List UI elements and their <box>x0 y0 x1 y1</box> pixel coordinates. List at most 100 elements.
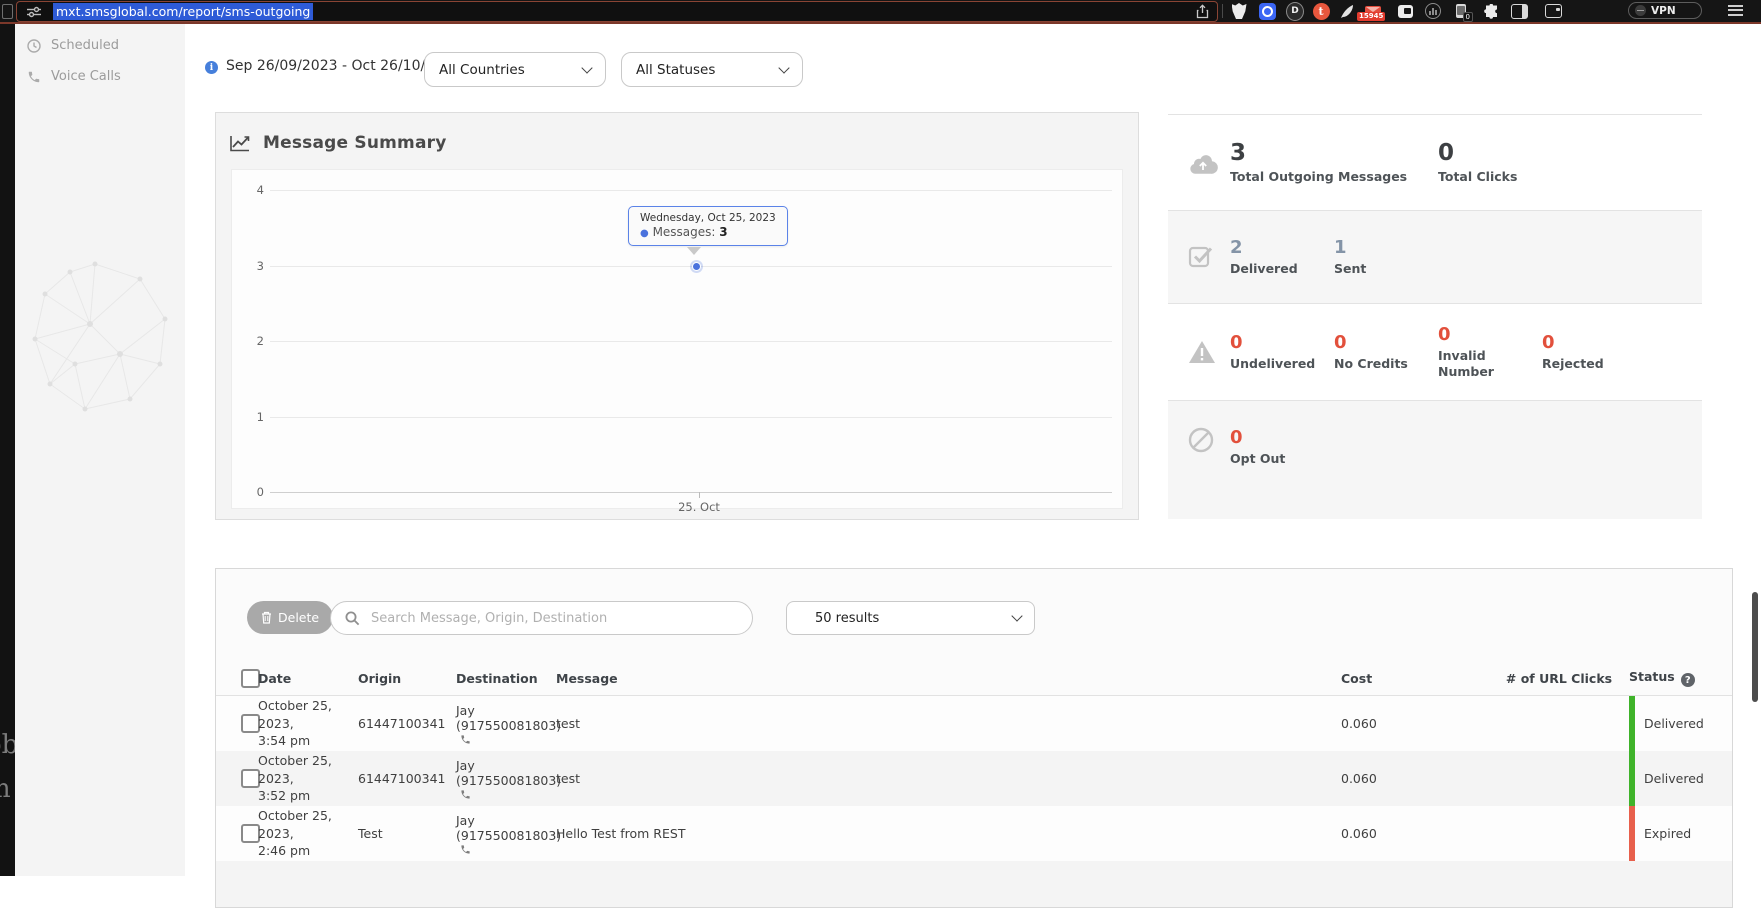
row-destination: Jay (917550081803) <box>456 703 561 733</box>
column-header-message[interactable]: Message <box>556 671 1341 686</box>
stat-value: 0 <box>1438 140 1646 166</box>
chart-data-point[interactable] <box>690 260 703 273</box>
row-origin: 61447100341 <box>358 771 456 786</box>
column-header-status[interactable]: Status? <box>1629 669 1733 688</box>
scrollbar-thumb[interactable] <box>1752 592 1758 702</box>
stat-label: Undelivered <box>1230 356 1334 372</box>
share-icon[interactable] <box>1196 4 1209 19</box>
row-status: Delivered <box>1644 716 1704 731</box>
stat-label: Rejected <box>1542 356 1646 372</box>
row-status: Expired <box>1644 826 1691 841</box>
search-input[interactable] <box>369 610 752 627</box>
pip-icon[interactable] <box>1396 2 1414 20</box>
chevron-down-icon <box>778 62 789 73</box>
chevron-down-icon <box>581 62 592 73</box>
search-box <box>330 601 753 635</box>
row-destination: Jay (917550081803) <box>456 758 561 788</box>
extensions-puzzle-icon[interactable] <box>1482 2 1500 20</box>
column-header-url-clicks[interactable]: # of URL Clicks <box>1489 671 1629 686</box>
stat-label: Sent <box>1334 261 1438 277</box>
chart-tooltip: Wednesday, Oct 25, 2023 ● Messages: 3 <box>628 206 788 246</box>
tooltip-value: 3 <box>719 225 727 239</box>
stats-row-failures: 0Undelivered 0No Credits 0Invalid Number… <box>1168 303 1702 400</box>
stat-label: Total Clicks <box>1438 169 1646 185</box>
status-color-bar <box>1629 696 1635 751</box>
stat-value: 3 <box>1230 140 1438 166</box>
countries-select[interactable]: All Countries <box>424 52 606 87</box>
sidebar-item-label: Scheduled <box>51 38 119 53</box>
row-cost: 0.060 <box>1341 716 1489 731</box>
wallet-icon[interactable] <box>1544 2 1562 20</box>
table-row[interactable]: October 25, 2023,3:54 pm 61447100341 Jay… <box>216 696 1733 751</box>
status-color-bar <box>1629 751 1635 806</box>
column-header-destination[interactable]: Destination <box>456 671 556 686</box>
search-icon <box>345 611 360 626</box>
stat-label: Delivered <box>1230 261 1334 277</box>
stat-value: 0 <box>1542 332 1646 353</box>
stat-value: 2 <box>1230 237 1334 258</box>
x-axis-line <box>270 492 1112 493</box>
app-viewport: ob m Scheduled Voice Calls <box>0 24 1761 876</box>
line-chart-icon <box>230 135 250 152</box>
sidebar-item-voice-calls[interactable]: Voice Calls <box>27 69 121 84</box>
chevron-down-icon <box>1011 610 1022 621</box>
hamburger-menu-icon[interactable] <box>1728 5 1743 18</box>
table-row[interactable]: October 25, 2023,2:46 pm Test Jay (91755… <box>216 806 1733 861</box>
y-axis-tick: 0 <box>240 485 264 499</box>
stat-label: Invalid Number <box>1438 348 1542 381</box>
cloud-upload-icon <box>1168 152 1230 174</box>
gridline <box>270 190 1112 191</box>
url-text-selected[interactable]: mxt.smsglobal.com/report/sms-outgoing <box>53 3 313 20</box>
t-extension-icon[interactable]: t <box>1312 2 1330 20</box>
rail-watermark-text: ob <box>0 730 15 760</box>
block-icon <box>1168 427 1230 453</box>
feather-icon[interactable] <box>1338 2 1356 20</box>
vpn-button[interactable]: VPN <box>1628 2 1702 19</box>
sidebar-panel-icon[interactable] <box>1510 2 1528 20</box>
password-manager-icon[interactable] <box>1258 2 1276 20</box>
tune-icon[interactable] <box>27 6 41 18</box>
sidebar: Scheduled Voice Calls <box>15 24 185 876</box>
info-icon[interactable]: i <box>205 61 218 74</box>
stats-circle-icon[interactable] <box>1424 2 1442 20</box>
column-header-date[interactable]: Date <box>258 671 358 686</box>
stat-value: 0 <box>1334 332 1438 353</box>
phone-icon <box>27 70 41 84</box>
browser-toolbar: mxt.smsglobal.com/report/sms-outgoing D … <box>0 0 1761 24</box>
delete-button-label: Delete <box>278 610 319 625</box>
row-cost: 0.060 <box>1341 771 1489 786</box>
statuses-select[interactable]: All Statuses <box>621 52 803 87</box>
row-origin: 61447100341 <box>358 716 456 731</box>
stat-value: 0 <box>1438 324 1542 345</box>
rail-watermark-text: m <box>0 774 11 804</box>
table-row[interactable]: October 25, 2023,3:52 pm 61447100341 Jay… <box>216 751 1733 806</box>
gridline <box>270 417 1112 418</box>
chart-plot-area: 4 3 2 1 0 25. Oct Wednesday, Oct 25, 202… <box>231 169 1123 509</box>
row-message: test <box>556 771 1341 786</box>
series-bullet-icon: ● <box>640 228 649 239</box>
countries-selected-value: All Countries <box>439 62 525 78</box>
results-count-select[interactable]: 50 results <box>786 601 1035 635</box>
tooltip-series-label: Messages: <box>653 225 716 239</box>
phone-extension-icon[interactable]: 0 <box>1452 2 1470 20</box>
column-header-origin[interactable]: Origin <box>358 671 456 686</box>
stat-value: 0 <box>1230 332 1334 353</box>
url-bar[interactable]: mxt.smsglobal.com/report/sms-outgoing <box>16 1 1218 22</box>
delete-button[interactable]: Delete <box>247 601 333 634</box>
warning-triangle-icon <box>1168 340 1230 364</box>
mail-icon[interactable]: 15945 <box>1364 2 1382 20</box>
sidebar-item-scheduled[interactable]: Scheduled <box>27 38 119 53</box>
gridline <box>270 341 1112 342</box>
column-header-cost[interactable]: Cost <box>1341 671 1489 686</box>
d-extension-icon[interactable]: D <box>1286 2 1304 20</box>
row-cost: 0.060 <box>1341 826 1489 841</box>
status-color-bar <box>1629 806 1635 861</box>
stats-panel: 3Total Outgoing Messages 0Total Clicks 2… <box>1168 114 1702 519</box>
vpn-label: VPN <box>1651 5 1676 17</box>
brave-lion-icon[interactable] <box>1230 2 1248 20</box>
phone-icon <box>460 734 471 745</box>
row-message: test <box>556 716 1341 731</box>
table-header-row: Date Origin Destination Message Cost # o… <box>216 661 1733 696</box>
help-question-icon[interactable]: ? <box>1681 673 1695 687</box>
x-axis-tick-mark <box>699 492 700 498</box>
